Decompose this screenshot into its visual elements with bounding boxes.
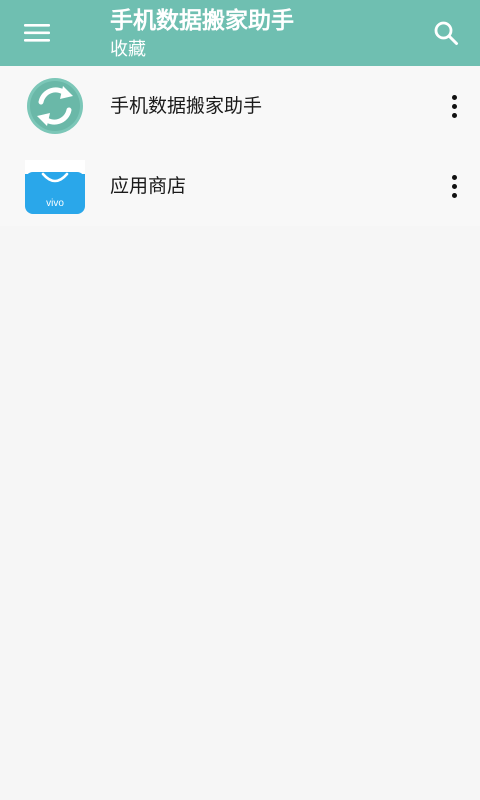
list-item[interactable]: 手机数据搬家助手 bbox=[0, 66, 480, 146]
search-icon bbox=[434, 21, 458, 45]
list-item-label: 手机数据搬家助手 bbox=[110, 95, 263, 117]
data-transfer-app-icon bbox=[25, 78, 85, 134]
more-vert-icon bbox=[451, 94, 457, 118]
more-options-button[interactable] bbox=[440, 92, 468, 120]
vivo-app-store-icon: vivo bbox=[25, 158, 85, 214]
search-button[interactable] bbox=[426, 14, 466, 52]
hamburger-menu-icon bbox=[24, 24, 50, 42]
list-item[interactable]: vivo 应用商店 bbox=[0, 146, 480, 226]
favorites-list: 手机数据搬家助手 vivo 应用商店 bbox=[0, 66, 480, 226]
app-screen: 手机数据搬家助手 收藏 手机数据搬家助手 vivo 应用商店 bbox=[0, 0, 480, 800]
svg-text:vivo: vivo bbox=[46, 198, 64, 209]
more-vert-icon bbox=[451, 174, 457, 198]
app-header: 手机数据搬家助手 收藏 bbox=[0, 0, 480, 66]
page-title: 手机数据搬家助手 bbox=[110, 8, 294, 34]
list-item-label: 应用商店 bbox=[110, 175, 187, 197]
menu-button[interactable] bbox=[14, 16, 60, 50]
page-subtitle: 收藏 bbox=[110, 39, 146, 60]
more-options-button[interactable] bbox=[440, 172, 468, 200]
